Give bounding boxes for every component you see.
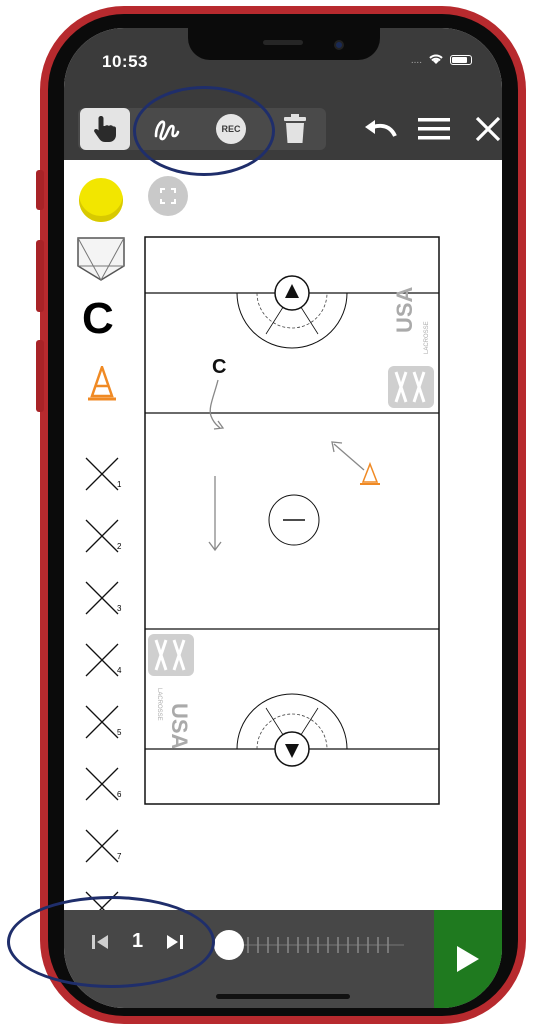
player-number: 7 [117, 852, 122, 861]
player-number: 6 [117, 790, 122, 799]
record-icon: REC [216, 114, 246, 144]
fit-view-button[interactable] [148, 176, 188, 216]
app-screen: 10:53 .... REC C 1 2 3 4 5 6 7 USA LACRO… [64, 28, 502, 1008]
home-indicator [216, 994, 350, 999]
squiggle-icon [154, 120, 180, 141]
player-number: 1 [117, 480, 122, 489]
hand-pointer-icon [94, 116, 116, 142]
logo-text-top: USA [392, 286, 417, 333]
status-icons: .... [411, 52, 472, 68]
speaker [263, 40, 303, 45]
coach-item[interactable]: C [82, 294, 114, 344]
close-button[interactable] [468, 110, 502, 148]
player-item-7[interactable]: 7 [84, 828, 124, 868]
player-item-4[interactable]: 4 [84, 642, 124, 682]
wifi-icon [428, 52, 444, 68]
player-number: 4 [117, 666, 122, 675]
lacrosse-field[interactable]: USA LACROSSE USA LACROSSE C [144, 236, 444, 806]
draw-tool-button[interactable] [142, 108, 192, 150]
player-x-icon [85, 457, 119, 491]
player-x-icon [85, 643, 119, 677]
player-number: 5 [117, 728, 122, 737]
undo-icon [365, 120, 397, 137]
player-item-5[interactable]: 5 [84, 704, 124, 744]
status-bar: 10:53 .... [64, 28, 502, 98]
player-number: 3 [117, 604, 122, 613]
coach-marker[interactable]: C [212, 356, 226, 378]
ball-item[interactable] [79, 178, 123, 222]
timeline-knob[interactable] [214, 930, 244, 960]
next-frame-icon[interactable] [165, 932, 185, 952]
player-x-icon [85, 829, 119, 863]
cone-item[interactable] [86, 366, 118, 402]
frame-navigator: 1 [90, 930, 185, 953]
frame-number: 1 [132, 930, 144, 952]
record-tool-button[interactable]: REC [206, 108, 256, 150]
previous-frame-icon[interactable] [90, 932, 110, 952]
pointer-tool-button[interactable] [80, 108, 130, 150]
player-item-2[interactable]: 2 [84, 518, 124, 558]
menu-button[interactable] [414, 110, 454, 148]
player-item-1[interactable]: 1 [84, 456, 124, 496]
undo-button[interactable] [360, 110, 400, 148]
delete-tool-button[interactable] [270, 108, 320, 150]
side-button [36, 340, 44, 412]
logo-subtext-top: LACROSSE [424, 321, 430, 354]
player-item-6[interactable]: 6 [84, 766, 124, 806]
side-button [36, 170, 44, 210]
timeline-ticks [244, 937, 404, 953]
player-number: 2 [117, 542, 122, 551]
player-x-icon [85, 767, 119, 801]
play-icon [457, 946, 479, 972]
camera [334, 40, 344, 50]
goal-item[interactable] [76, 236, 126, 282]
toolbar: REC [64, 98, 502, 160]
signal-icon: .... [410, 54, 422, 66]
player-item-3[interactable]: 3 [84, 580, 124, 620]
close-icon [475, 116, 501, 142]
menu-icon [418, 118, 450, 140]
battery-icon [450, 55, 472, 65]
item-palette: C 12345678 [64, 160, 144, 925]
player-x-icon [85, 581, 119, 615]
logo-text-bottom: USA [167, 703, 192, 750]
play-button[interactable] [434, 910, 502, 1008]
side-button [36, 240, 44, 312]
trash-icon [284, 114, 306, 143]
timeline-scrubber[interactable] [214, 930, 414, 960]
player-x-icon [85, 705, 119, 739]
logo-subtext-bottom: LACROSSE [156, 688, 162, 721]
expand-icon [160, 188, 176, 204]
player-x-icon [85, 519, 119, 553]
status-time: 10:53 [102, 52, 148, 71]
